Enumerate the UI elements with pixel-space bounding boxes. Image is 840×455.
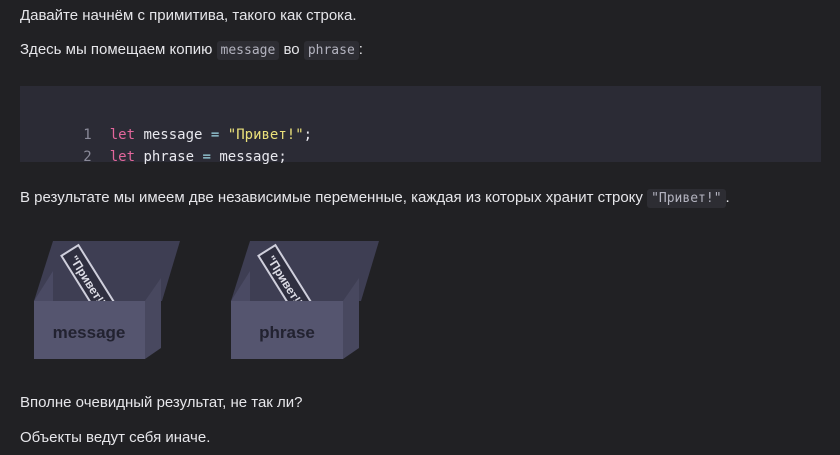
paragraph-intro: Давайте начнём с примитива, такого как с… bbox=[20, 7, 357, 24]
code-block[interactable]: 1 let message = "Привет!"; 2 let phrase = … bbox=[20, 86, 821, 165]
code-punctuation: ; bbox=[278, 149, 287, 165]
paragraph-objects: Объекты ведут себя иначе. bbox=[20, 429, 211, 446]
inline-code-message: message bbox=[216, 41, 280, 60]
code-punctuation: ; bbox=[303, 127, 313, 143]
box-label: phrase bbox=[259, 323, 315, 342]
box-message: "Привет!" message bbox=[34, 241, 180, 359]
code-identifier: message bbox=[219, 149, 279, 165]
code-keyword: let bbox=[109, 149, 136, 165]
box-label: message bbox=[53, 323, 126, 342]
paragraph-copy-text-3: : bbox=[358, 41, 363, 58]
code-line-2: 2 let phrase = message; bbox=[20, 124, 287, 165]
paragraph-result-text-1: В результате мы имеем две независимые пе… bbox=[20, 189, 648, 206]
paragraph-result-text-2: . bbox=[725, 189, 730, 206]
paragraph-copy-text-2: во bbox=[279, 41, 304, 58]
paragraph-copy: Здесь мы помещаем копию message во phras… bbox=[20, 40, 363, 61]
line-number-2: 2 bbox=[83, 149, 92, 165]
paragraph-copy-text-1: Здесь мы помещаем копию bbox=[20, 41, 217, 58]
paragraph-obvious: Вполне очевидный результат, не так ли? bbox=[20, 394, 303, 411]
variables-illustration: "Привет!" message "Привет!" phrase bbox=[34, 241, 379, 359]
code-line-1: 1 let message = "Привет!"; bbox=[20, 102, 312, 143]
inline-code-privet: "Привет!" bbox=[647, 189, 726, 208]
inline-code-phrase: phrase bbox=[303, 41, 359, 60]
box-phrase: "Привет!" phrase bbox=[231, 241, 379, 359]
paragraph-result: В результате мы имеем две независимые пе… bbox=[20, 188, 730, 209]
code-operator: = bbox=[202, 149, 211, 165]
code-identifier: phrase bbox=[143, 149, 195, 165]
